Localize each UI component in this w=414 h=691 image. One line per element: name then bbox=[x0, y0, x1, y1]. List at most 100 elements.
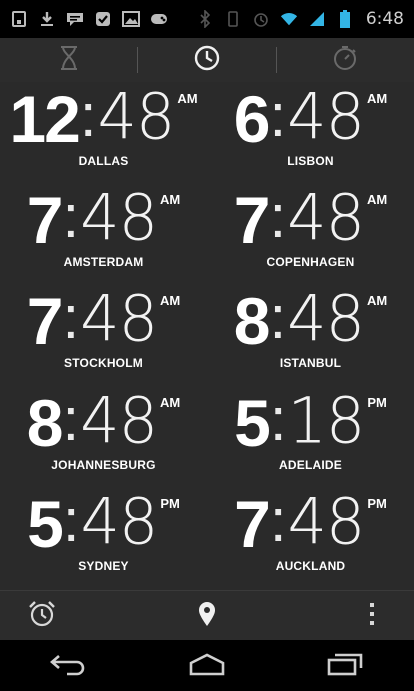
home-button[interactable] bbox=[177, 646, 237, 686]
notification-icons bbox=[10, 10, 168, 28]
wifi-icon bbox=[280, 10, 298, 28]
clock-ampm: PM bbox=[367, 394, 387, 410]
clock-time: 7:48 AM bbox=[26, 281, 181, 359]
clock-ampm: PM bbox=[160, 495, 180, 511]
clock-ampm: AM bbox=[177, 91, 198, 106]
world-clock[interactable]: 7:48 PM AUCKLAND bbox=[207, 487, 414, 588]
clock-ampm: AM bbox=[367, 293, 388, 309]
overflow-menu-button[interactable] bbox=[352, 596, 392, 636]
status-bar: 6:48 bbox=[0, 0, 414, 38]
clock-minutes: 48 bbox=[80, 382, 158, 458]
clock-time: 6:48 AM bbox=[233, 79, 388, 156]
clock-city: AUCKLAND bbox=[275, 558, 346, 573]
clock-time: 7:48 AM bbox=[26, 180, 181, 258]
world-clock[interactable]: 12:48 AM DALLAS bbox=[0, 82, 207, 183]
cities-button[interactable] bbox=[187, 596, 227, 636]
clock-hour: 8 bbox=[26, 385, 64, 460]
clock-time: 12:48 AM bbox=[9, 79, 198, 156]
game-icon bbox=[150, 10, 168, 28]
alarm-button[interactable] bbox=[22, 596, 62, 636]
world-clock[interactable]: 5:18 PM ADELAIDE bbox=[207, 386, 414, 487]
clock-minutes: 48 bbox=[97, 79, 175, 154]
recent-apps-icon bbox=[325, 652, 365, 680]
clock-minutes: 48 bbox=[287, 180, 365, 255]
location-pin-icon bbox=[197, 601, 217, 631]
clock-colon: : bbox=[62, 183, 80, 251]
back-icon bbox=[49, 652, 89, 680]
clock-colon: : bbox=[269, 82, 287, 149]
world-clock[interactable]: 7:48 AM COPENHAGEN bbox=[207, 183, 414, 284]
clock-city: SYDNEY bbox=[78, 558, 129, 573]
clock-hour: 8 bbox=[233, 284, 271, 359]
tab-stopwatch[interactable] bbox=[277, 38, 414, 82]
bluetooth-icon bbox=[196, 10, 214, 28]
clock-hour: 7 bbox=[233, 183, 271, 258]
system-icons: 6:48 bbox=[196, 9, 404, 29]
clock-time: 5:48 PM bbox=[27, 484, 180, 559]
clock-city: ADELAIDE bbox=[279, 457, 342, 472]
clock-city: STOCKHOLM bbox=[64, 356, 143, 371]
alarm-icon bbox=[252, 10, 270, 28]
clock-time: 5:18 PM bbox=[234, 382, 387, 460]
clock-time: 7:48 PM bbox=[234, 486, 387, 561]
clock-ampm: AM bbox=[160, 293, 181, 309]
clock-colon: : bbox=[62, 284, 80, 352]
clock-colon: : bbox=[79, 82, 97, 149]
bottom-action-bar bbox=[0, 590, 414, 640]
clock-colon: : bbox=[269, 486, 287, 554]
clock-colon: : bbox=[62, 486, 80, 554]
download-icon bbox=[38, 10, 56, 28]
clock-minutes: 48 bbox=[80, 484, 158, 559]
clock-colon: : bbox=[62, 385, 80, 453]
overflow-menu-icon bbox=[369, 602, 375, 630]
tab-timer[interactable] bbox=[0, 38, 137, 82]
back-button[interactable] bbox=[39, 646, 99, 686]
world-clock[interactable]: 7:48 AM STOCKHOLM bbox=[0, 284, 207, 385]
alarm-icon bbox=[27, 599, 57, 633]
phone-screen: 6:48 12:48 AM DALLAS 6: 48 AM LISBON 7 … bbox=[0, 0, 414, 691]
clock-colon: : bbox=[269, 284, 287, 352]
clock-hour: 7 bbox=[234, 486, 271, 561]
clock-minutes: 48 bbox=[80, 281, 158, 357]
clock-icon bbox=[193, 44, 221, 76]
clock-ampm: PM bbox=[367, 495, 387, 511]
check-icon bbox=[94, 10, 112, 28]
tab-clock[interactable] bbox=[138, 38, 275, 82]
world-clock[interactable]: 6:48 AM LISBON bbox=[207, 82, 414, 183]
clock-ampm: AM bbox=[367, 192, 388, 208]
clock-city: LISBON bbox=[287, 154, 334, 168]
mode-tabs bbox=[0, 38, 414, 82]
signal-icon bbox=[308, 10, 326, 28]
clock-hour: 7 bbox=[26, 183, 64, 258]
rotate-icon bbox=[224, 10, 242, 28]
world-clock[interactable]: 7:48 AM AMSTERDAM bbox=[0, 183, 207, 284]
clock-hour: 12 bbox=[9, 82, 80, 156]
clock-colon: : bbox=[269, 183, 287, 251]
clock-ampm: AM bbox=[367, 91, 388, 106]
clock-hour: 7 bbox=[26, 284, 64, 359]
clock-minutes: 18 bbox=[287, 382, 365, 458]
clock-time: 8:48 AM bbox=[233, 284, 388, 359]
clock-ampm: AM bbox=[160, 394, 181, 410]
clock-ampm: AM bbox=[160, 192, 181, 208]
status-time: 6:48 bbox=[365, 9, 404, 29]
clock-city: COPENHAGEN bbox=[266, 255, 355, 270]
sim-download-icon bbox=[10, 10, 28, 28]
world-clock[interactable]: 5:48 PM SYDNEY bbox=[0, 487, 207, 588]
clock-colon: : bbox=[269, 385, 287, 453]
world-clock[interactable]: 8:48 AM ISTANBUL bbox=[207, 284, 414, 385]
hourglass-icon bbox=[59, 45, 79, 75]
clock-minutes: 48 bbox=[287, 79, 365, 154]
navigation-bar bbox=[0, 640, 414, 691]
recent-apps-button[interactable] bbox=[315, 646, 375, 686]
clock-hour: 6 bbox=[233, 82, 271, 156]
clock-city: ISTANBUL bbox=[279, 356, 342, 371]
battery-icon bbox=[336, 10, 354, 28]
clock-hour: 5 bbox=[234, 385, 271, 460]
chat-icon bbox=[66, 10, 84, 28]
home-icon bbox=[187, 652, 227, 680]
clock-time: 7:48 AM bbox=[233, 180, 388, 258]
clock-minutes: 48 bbox=[80, 180, 158, 255]
clock-city: AMSTERDAM bbox=[63, 255, 144, 270]
world-clock[interactable]: 8:48 AM JOHANNESBURG bbox=[0, 386, 207, 487]
